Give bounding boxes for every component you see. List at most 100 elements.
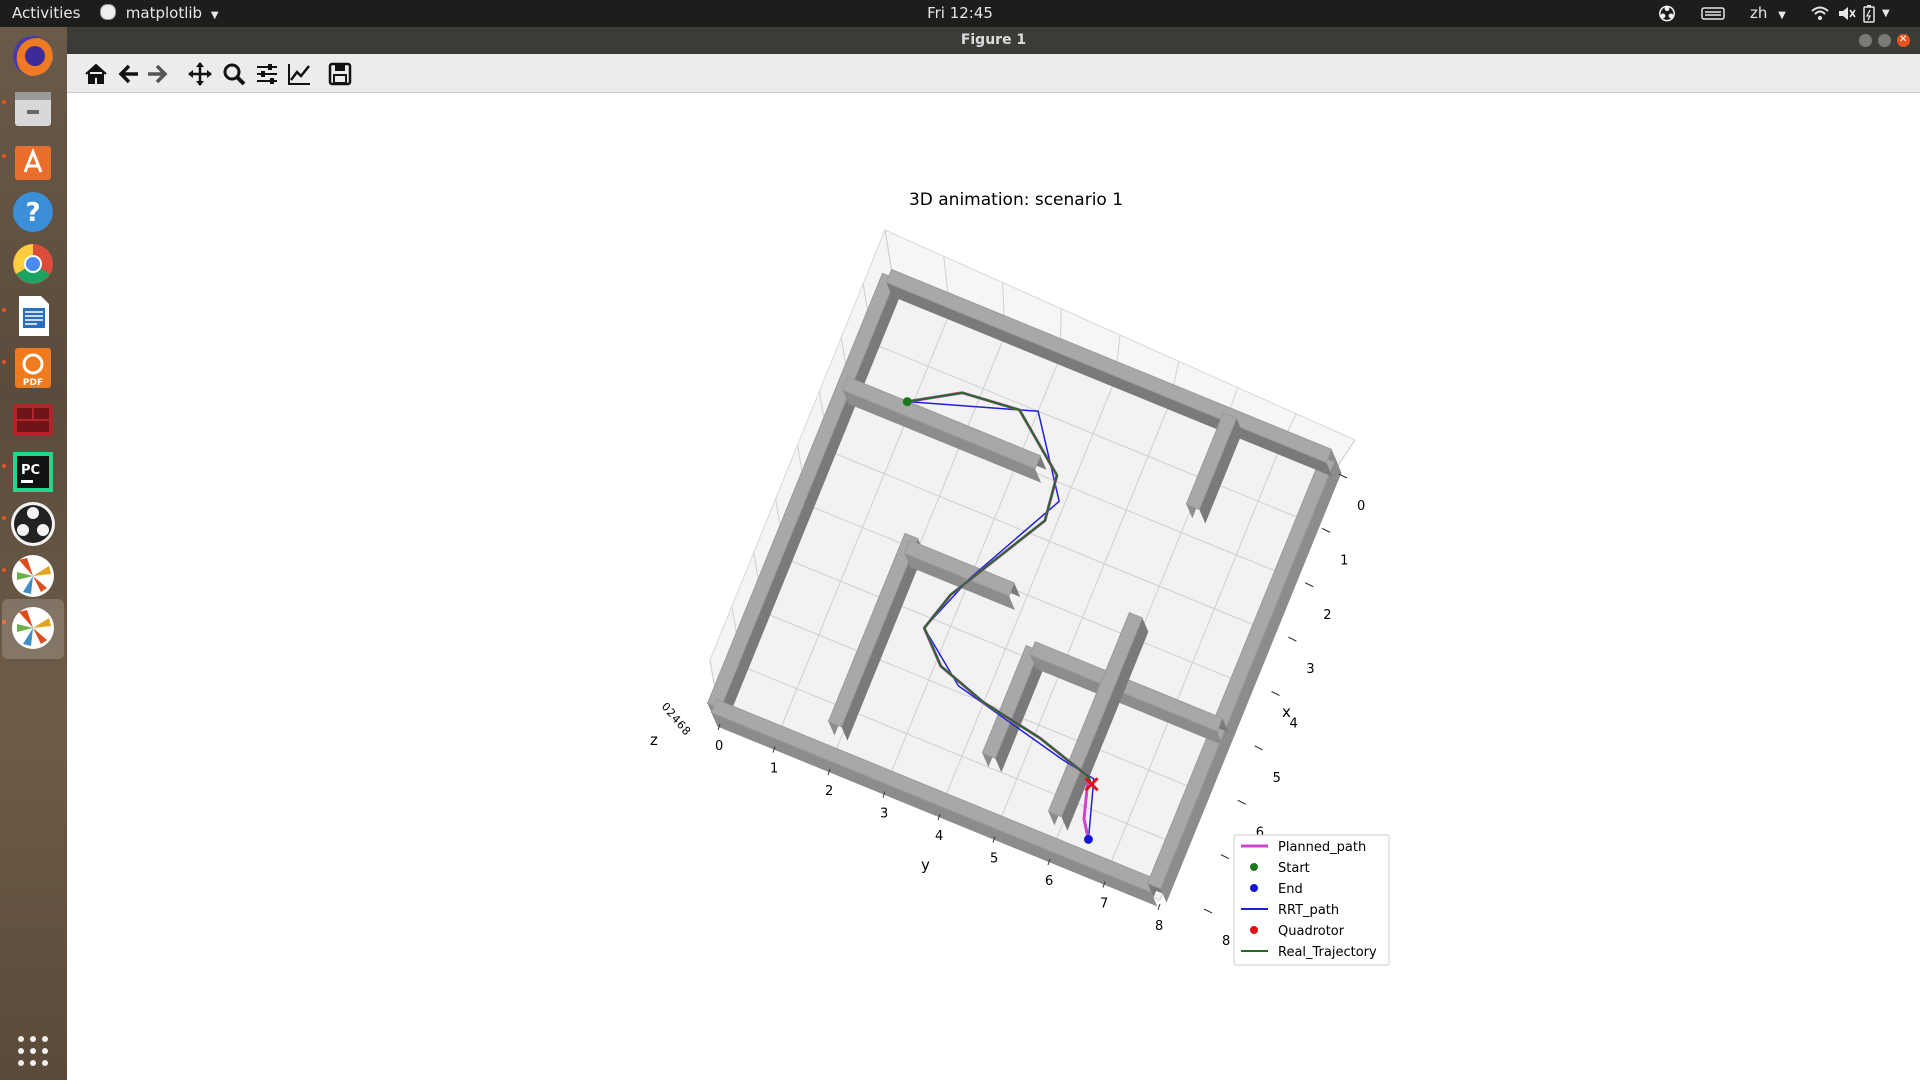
matplotlib-icon-1[interactable] [9,552,57,600]
y-tick-label: 5 [990,852,998,867]
x-tick [1271,691,1280,696]
x-tick-label: 3 [1306,662,1314,677]
minimize-button[interactable] [1859,34,1872,47]
battery-icon[interactable] [1862,4,1876,23]
obs-tray-icon[interactable] [1655,4,1679,23]
legend-swatch [1250,926,1258,934]
running-indicator [2,100,6,104]
running-indicator [2,516,6,520]
x-tick [1288,636,1297,642]
language-selector[interactable]: zh ▼ [1750,0,1786,27]
terminal-icon[interactable] [9,396,57,444]
y-axis-label: y [921,856,930,874]
top-bar: Activities matplotlib ▼ Fri 12:45 zh ▼ ▼ [0,0,1920,27]
writer-icon[interactable] [9,292,57,340]
obs-icon[interactable] [9,500,57,548]
running-indicator [2,308,6,312]
maximize-button[interactable] [1878,34,1891,47]
x-tick-label: 2 [1323,608,1331,623]
chrome-icon[interactable] [9,240,57,288]
figure-toolbar [67,54,1920,93]
x-tick [1254,745,1263,751]
z-axis-label: z [650,731,658,749]
app-menu-label: matplotlib [125,4,203,22]
y-tick-label: 2 [825,784,833,799]
y-tick [1157,903,1161,911]
window-titlebar[interactable]: Figure 1 ✕ [67,27,1920,54]
running-indicator [2,464,6,468]
legend-label: Real_Trajectory [1278,945,1377,960]
firefox-icon[interactable] [9,32,57,80]
end-marker [1083,834,1093,844]
y-tick-label: 0 [715,739,723,754]
legend-swatch [1250,863,1258,871]
configure-subplots-icon[interactable] [254,61,280,87]
matplotlib-app-icon [100,4,116,20]
x-tick [1237,799,1246,805]
y-tick-label: 3 [880,807,888,822]
x-tick-label: 8 [1222,934,1230,949]
system-menu-chevron-icon[interactable]: ▼ [1882,0,1890,27]
window-title: Figure 1 [960,32,1027,48]
z-axis: 02468 [659,700,693,738]
start-marker [902,397,912,407]
edit-axis-icon[interactable] [286,61,312,87]
legend-label: End [1278,882,1303,897]
running-indicator [2,154,6,158]
forward-icon[interactable] [144,61,170,87]
home-icon[interactable] [83,61,109,87]
legend: Planned_path Start End RRT_path Quadrotor Rea… [1233,834,1390,966]
chart-title: 3D animation: scenario 1 [909,190,1123,210]
x-axis-label: x [1282,703,1291,721]
legend-swatch [1250,884,1258,892]
dock: ? PDF PC [0,27,67,1080]
running-indicator [2,568,6,572]
plot-3d[interactable]: 3D animation: scenario 1 012345678 01234… [67,93,1920,1080]
y-tick-label: 4 [935,829,943,844]
activities-button[interactable]: Activities [12,0,80,27]
svg-text:PDF: PDF [23,378,43,388]
files-icon[interactable] [9,84,57,132]
y-tick-label: 7 [1100,897,1108,912]
y-tick-label: 6 [1045,874,1053,889]
grid-icon[interactable] [9,1027,57,1075]
wifi-icon[interactable] [1810,4,1830,23]
pan-icon[interactable] [187,61,213,87]
save-icon[interactable] [327,61,353,87]
svg-text:?: ? [25,198,40,228]
chevron-down-icon: ▼ [1778,10,1786,21]
clock-container: Fri 12:45 [0,0,1920,27]
running-indicator [2,360,6,364]
software-center-icon[interactable] [9,136,57,184]
pycharm-icon[interactable]: PC [9,448,57,496]
x-tick-label: 0 [1357,499,1365,514]
figure-canvas[interactable]: 3D animation: scenario 1 012345678 01234… [67,93,1920,1080]
y-tick-label: 1 [770,762,778,777]
x-tick [1305,582,1314,588]
y-tick-label: 8 [1155,919,1163,934]
app-menu[interactable]: matplotlib ▼ [100,0,219,27]
volume-muted-icon[interactable] [1836,4,1856,23]
language-label: zh [1750,4,1768,22]
x-tick-label: 1 [1340,553,1348,568]
x-tick [1203,908,1213,914]
x-tick [1321,527,1331,533]
x-tick-label: 5 [1273,771,1281,786]
legend-label: Start [1278,861,1310,876]
legend-label: Planned_path [1278,840,1366,855]
pdf-editor-icon[interactable]: PDF [9,344,57,392]
x-tick [1338,473,1348,479]
clock[interactable]: Fri 12:45 [927,4,993,22]
legend-label: RRT_path [1278,903,1339,918]
keyboard-icon[interactable] [1700,4,1726,23]
svg-text:PC: PC [21,463,40,478]
close-icon: ✕ [1899,34,1908,45]
legend-label: Quadrotor [1278,924,1345,939]
back-icon[interactable] [116,61,142,87]
matplotlib-icon-2[interactable] [9,604,57,652]
help-icon[interactable]: ? [9,188,57,236]
x-tick [1220,854,1230,860]
chevron-down-icon: ▼ [210,10,219,21]
close-button[interactable]: ✕ [1897,34,1910,47]
zoom-icon[interactable] [221,61,247,87]
